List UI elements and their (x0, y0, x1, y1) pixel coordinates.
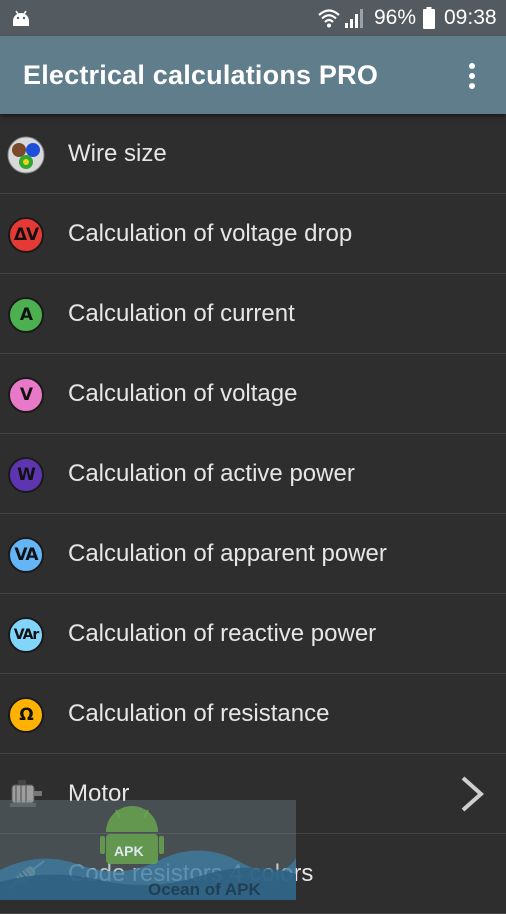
app-bar: Electrical calculations PRO (0, 36, 506, 114)
current-icon: A (6, 295, 46, 335)
menu-item-current[interactable]: A Calculation of current (0, 274, 506, 354)
menu-item-label: Calculation of active power (68, 460, 355, 487)
battery-icon (423, 7, 435, 29)
menu-item-label: Calculation of apparent power (68, 540, 387, 567)
wire-size-icon (6, 135, 46, 175)
menu-item-voltage-drop[interactable]: ΔV Calculation of voltage drop (0, 194, 506, 274)
menu-item-label: Calculation of reactive power (68, 620, 377, 647)
calculation-menu-list: Wire size ΔV Calculation of voltage drop… (0, 114, 506, 914)
chevron-right-icon (461, 776, 485, 812)
menu-item-wire-size[interactable]: Wire size (0, 114, 506, 194)
menu-item-resistance[interactable]: Ω Calculation of resistance (0, 674, 506, 754)
menu-item-active-power[interactable]: W Calculation of active power (0, 434, 506, 514)
clock: 09:38 (444, 6, 497, 29)
menu-item-label: Calculation of current (68, 300, 295, 327)
menu-item-voltage[interactable]: V Calculation of voltage (0, 354, 506, 434)
voltage-icon: V (6, 375, 46, 415)
signal-icon (345, 9, 363, 28)
apparent-power-icon: VA (6, 535, 46, 575)
status-bar: 96% 09:38 (0, 0, 506, 36)
menu-item-label: Calculation of resistance (68, 700, 330, 727)
app-title: Electrical calculations PRO (23, 60, 379, 90)
voltage-drop-icon: ΔV (6, 215, 46, 255)
watermark-overlay: APK Ocean of APK (0, 800, 296, 900)
battery-percent: 96% (374, 6, 417, 29)
menu-item-label: Calculation of voltage drop (68, 220, 353, 247)
menu-item-reactive-power[interactable]: VAr Calculation of reactive power (0, 594, 506, 674)
menu-item-label: Wire size (68, 140, 167, 167)
menu-item-apparent-power[interactable]: VA Calculation of apparent power (0, 514, 506, 594)
watermark-text: Ocean of APK (148, 880, 261, 899)
reactive-power-icon: VAr (6, 615, 46, 655)
active-power-icon: W (6, 455, 46, 495)
menu-item-label: Calculation of voltage (68, 380, 298, 407)
android-debug-icon (13, 10, 29, 26)
wifi-icon (318, 9, 340, 28)
svg-text:APK: APK (114, 843, 144, 859)
resistance-icon: Ω (6, 695, 46, 735)
overflow-menu-icon[interactable] (456, 56, 488, 96)
